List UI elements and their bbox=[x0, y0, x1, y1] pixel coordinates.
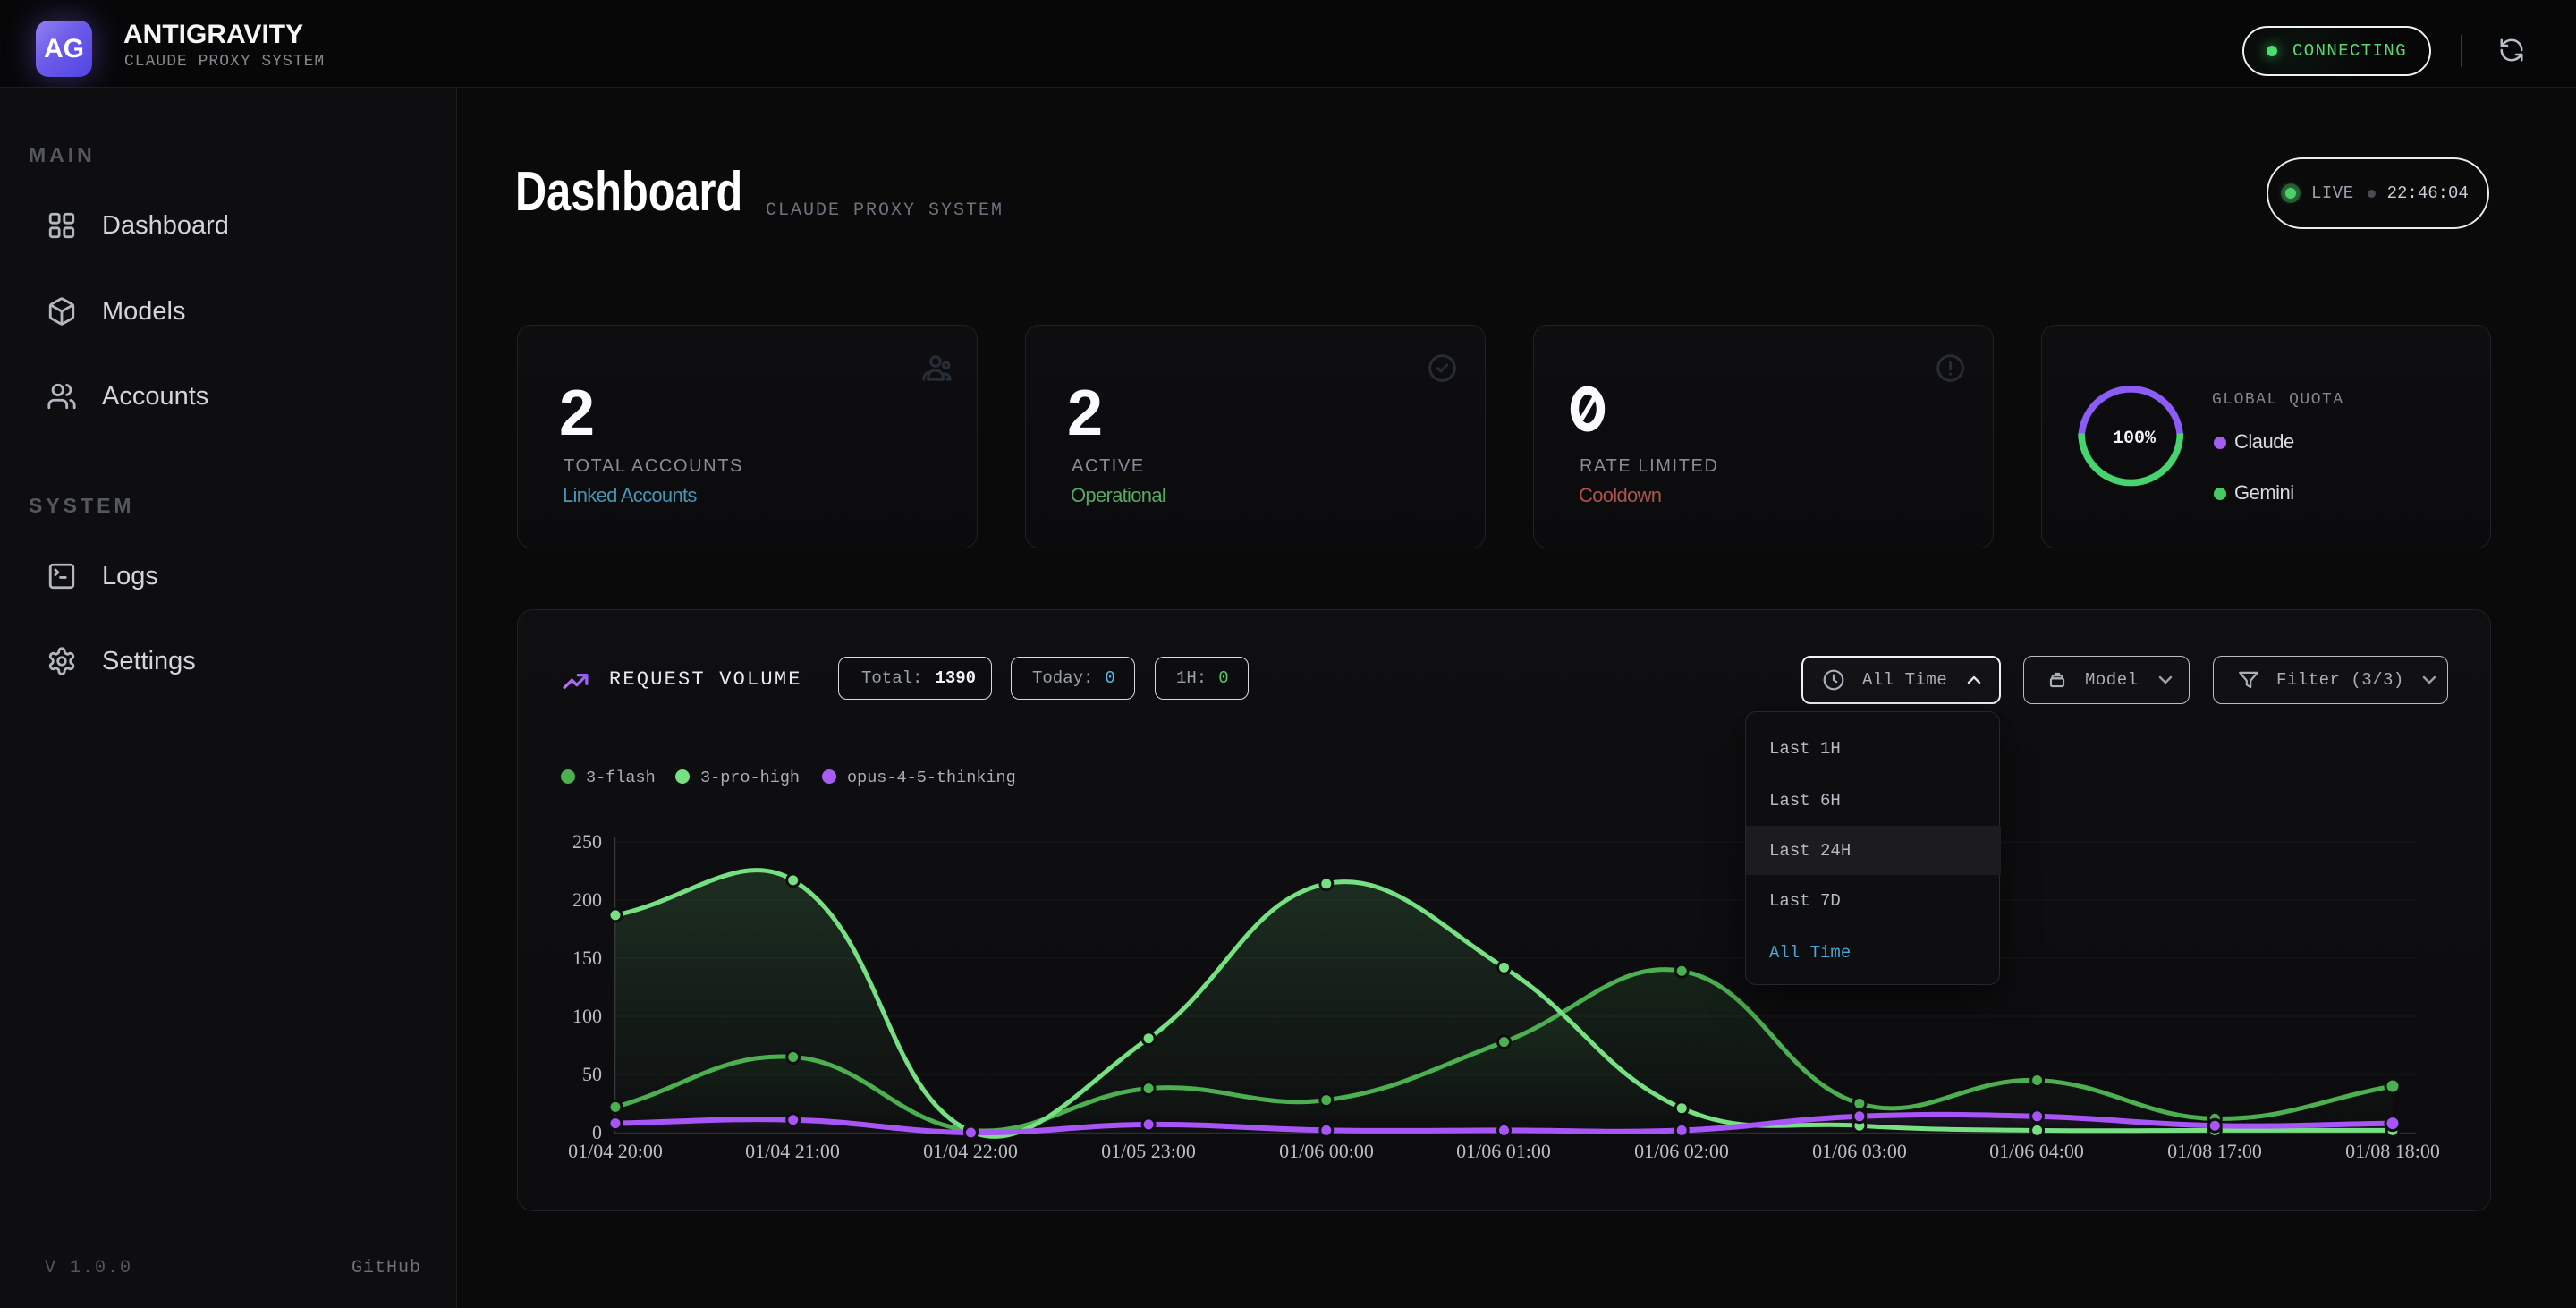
svg-text:01/06 03:00: 01/06 03:00 bbox=[1812, 1140, 1907, 1162]
svg-text:100: 100 bbox=[572, 1005, 602, 1027]
svg-text:01/08 18:00: 01/08 18:00 bbox=[2345, 1140, 2440, 1162]
svg-text:50: 50 bbox=[582, 1063, 602, 1085]
svg-text:01/06 04:00: 01/06 04:00 bbox=[1989, 1140, 2084, 1162]
svg-text:200: 200 bbox=[572, 888, 602, 911]
svg-text:01/05 23:00: 01/05 23:00 bbox=[1101, 1140, 1196, 1162]
svg-text:150: 150 bbox=[572, 947, 602, 969]
svg-text:01/06 01:00: 01/06 01:00 bbox=[1456, 1140, 1551, 1162]
svg-text:01/08 17:00: 01/08 17:00 bbox=[2167, 1140, 2262, 1162]
svg-text:250: 250 bbox=[572, 830, 602, 853]
svg-text:01/04 20:00: 01/04 20:00 bbox=[568, 1140, 663, 1162]
svg-text:01/04 22:00: 01/04 22:00 bbox=[923, 1140, 1018, 1162]
svg-text:01/04 21:00: 01/04 21:00 bbox=[745, 1140, 840, 1162]
svg-text:01/06 02:00: 01/06 02:00 bbox=[1634, 1140, 1729, 1162]
svg-text:01/06 00:00: 01/06 00:00 bbox=[1279, 1140, 1374, 1162]
